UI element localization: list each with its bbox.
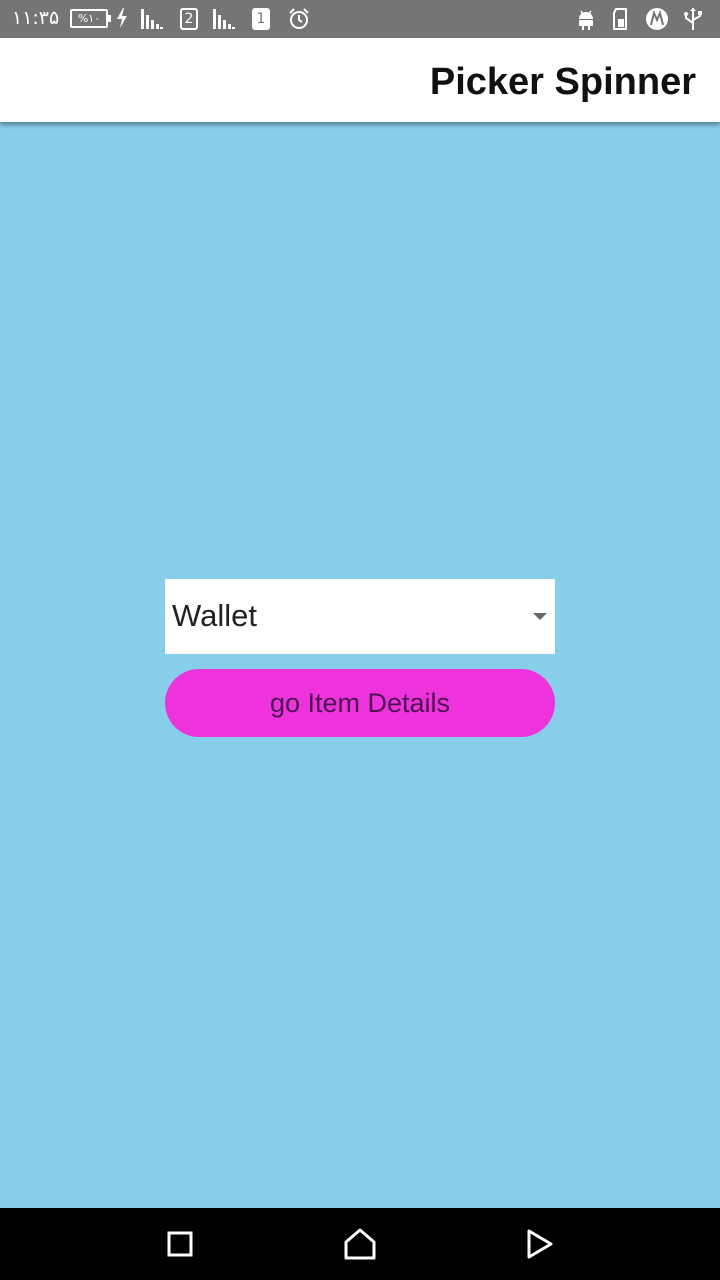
item-picker[interactable]: Wallet bbox=[165, 579, 555, 654]
sd-card-icon bbox=[613, 8, 627, 30]
recents-square-icon bbox=[167, 1231, 193, 1257]
back-play-icon bbox=[527, 1229, 553, 1259]
go-item-details-button[interactable]: go Item Details bbox=[165, 669, 555, 737]
picker-selected-value: Wallet bbox=[172, 598, 257, 633]
status-time: ۱۱:۳۵ bbox=[12, 7, 60, 29]
alarm-icon bbox=[289, 8, 309, 29]
dropdown-arrow-icon bbox=[533, 613, 547, 620]
main-content: Wallet go Item Details bbox=[0, 122, 720, 1208]
signal-icon bbox=[141, 9, 163, 29]
navigation-icon bbox=[646, 8, 668, 30]
usb-icon bbox=[684, 8, 702, 30]
home-button[interactable] bbox=[310, 1208, 410, 1280]
page-title: Picker Spinner bbox=[429, 61, 696, 103]
signal-icon bbox=[213, 9, 235, 29]
recents-button[interactable] bbox=[130, 1208, 230, 1280]
sim-1-icon: 1 bbox=[252, 8, 270, 30]
sim-2-icon: 2 bbox=[180, 8, 198, 30]
bolt-icon bbox=[117, 8, 127, 28]
battery-icon: %۱۰ bbox=[70, 9, 111, 28]
app-bar: Picker Spinner bbox=[0, 38, 720, 122]
home-icon bbox=[344, 1228, 376, 1260]
status-bar: ۱۱:۳۵ %۱۰ 2 1 bbox=[0, 0, 720, 38]
system-nav-bar bbox=[0, 1208, 720, 1280]
android-icon bbox=[579, 10, 593, 30]
back-button[interactable] bbox=[490, 1208, 590, 1280]
